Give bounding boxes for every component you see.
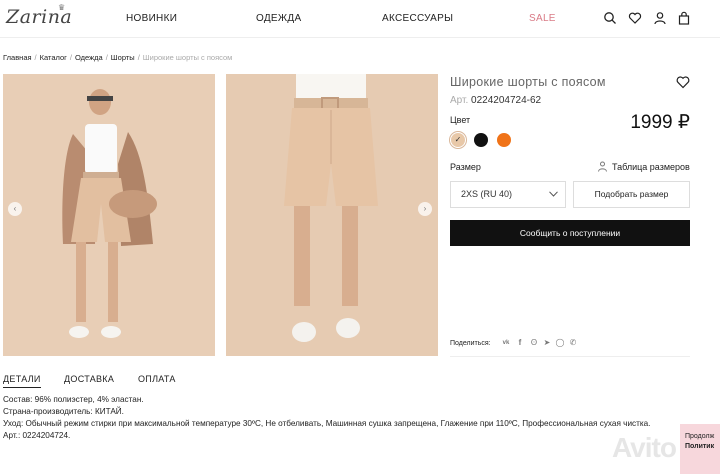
color-swatch-orange[interactable] (497, 133, 511, 147)
details-country: Страна-производитель: КИТАЙ. (3, 407, 124, 416)
site-header: Zarina ♛ НОВИНКИ ОДЕЖДА АКСЕССУАРЫ SALE (0, 0, 720, 38)
share-label: Поделиться: (450, 340, 491, 347)
breadcrumb: Главная / Каталог / Одежда / Шорты / Широкие шор… (3, 53, 233, 62)
heart-icon[interactable] (628, 11, 642, 25)
favorite-heart-icon[interactable] (676, 75, 690, 89)
size-table-link[interactable]: Таблица размеров (597, 161, 690, 172)
size-label: Размер (450, 162, 481, 172)
breadcrumb-clothing[interactable]: Одежда (75, 53, 103, 62)
sku-value: 0224204724-62 (471, 95, 542, 106)
sku-label: Арт. (450, 95, 469, 106)
details-care: Уход: Обычный режим стирки при максималь… (3, 419, 651, 428)
cookie-banner[interactable]: Продолж Политик (680, 424, 720, 474)
color-label: Цвет (450, 115, 471, 125)
photo-next-button[interactable]: › (418, 202, 432, 216)
product-sku: Арт. 0224204724-62 (450, 95, 541, 106)
details-text: Состав: 96% полиэстер, 4% эластан. Стран… (3, 394, 693, 442)
nav-clothing[interactable]: ОДЕЖДА (256, 13, 301, 24)
breadcrumb-shorts[interactable]: Шорты (111, 53, 135, 62)
photo-prev-button[interactable]: ‹ (8, 202, 22, 216)
hanger-person-icon (598, 161, 607, 172)
crown-icon: ♛ (58, 3, 66, 12)
product-photo-2[interactable] (226, 74, 438, 356)
notify-button[interactable]: Сообщить о поступлении (450, 220, 690, 246)
telegram-icon[interactable]: ➤ (542, 338, 552, 348)
share-bar: Поделиться: vk f ʘ ➤ ◯ ✆ (450, 337, 690, 357)
nav-sale[interactable]: SALE (529, 13, 556, 24)
pick-size-button[interactable]: Подобрать размер (573, 181, 690, 208)
breadcrumb-current: Широкие шорты с поясом (142, 53, 233, 62)
color-swatch-beige[interactable]: ✓ (451, 133, 465, 147)
tab-payment[interactable]: ОПЛАТА (138, 374, 176, 384)
chevron-down-icon (549, 191, 558, 197)
viber-icon[interactable]: ✆ (568, 338, 578, 348)
nav-new[interactable]: НОВИНКИ (126, 13, 177, 24)
watermark: Avito (612, 432, 677, 463)
color-swatch-black[interactable] (474, 133, 488, 147)
nav-accessories[interactable]: АКСЕССУАРЫ (382, 13, 453, 24)
product-title: Широкие шорты с поясом (450, 75, 606, 89)
details-sku: Арт.: 0224204724. (3, 431, 71, 440)
bag-icon[interactable] (677, 11, 691, 25)
ok-icon[interactable]: ʘ (529, 338, 539, 348)
whatsapp-icon[interactable]: ◯ (555, 338, 565, 348)
user-icon[interactable] (653, 11, 667, 25)
check-icon: ✓ (454, 135, 462, 144)
cookie-policy-link[interactable]: Политик (685, 443, 714, 450)
product-price: 1999 ₽ (630, 112, 690, 133)
tab-details[interactable]: ДЕТАЛИ (3, 374, 41, 388)
tab-delivery[interactable]: ДОСТАВКА (64, 374, 114, 384)
facebook-icon[interactable]: f (515, 338, 525, 348)
size-select[interactable]: 2XS (RU 40) (450, 181, 566, 208)
product-photo-1[interactable] (3, 74, 215, 356)
search-icon[interactable] (603, 11, 617, 25)
size-select-value: 2XS (RU 40) (461, 189, 513, 199)
cookie-text: Продолж (685, 433, 715, 440)
details-composition: Состав: 96% полиэстер, 4% эластан. (3, 395, 144, 404)
breadcrumb-catalog[interactable]: Каталог (40, 53, 67, 62)
size-table-label: Таблица размеров (612, 162, 690, 172)
vk-icon[interactable]: vk (501, 338, 511, 348)
breadcrumb-home[interactable]: Главная (3, 53, 32, 62)
